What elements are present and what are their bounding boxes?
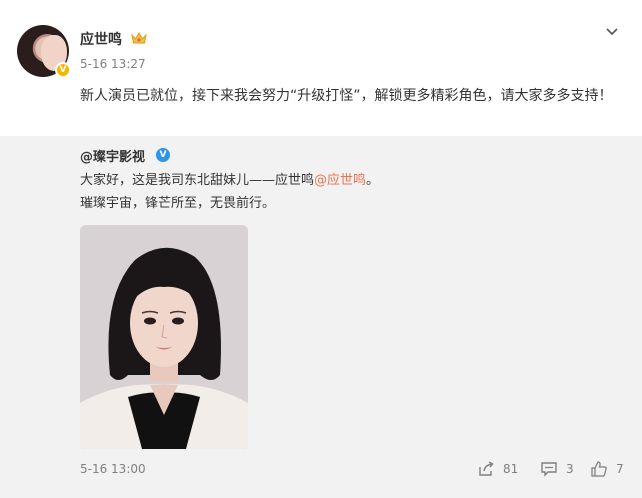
crown-icon (131, 32, 147, 44)
post-username[interactable]: 应世鸣 (80, 29, 122, 49)
share-button[interactable]: 81 (477, 459, 518, 479)
like-icon (591, 461, 607, 477)
comment-count: 3 (566, 462, 574, 476)
repost-text-line2: 璀璨宇宙，锋芒所至，无畏前行。 (80, 196, 276, 211)
like-count: 7 (616, 462, 624, 476)
share-icon (479, 461, 494, 476)
like-button[interactable]: 7 (590, 459, 624, 479)
repost-text-prefix: 大家好，这是我司东北甜妹儿——应世鸣 (80, 173, 315, 188)
share-count: 81 (503, 462, 519, 476)
repost-timestamp[interactable]: 5-16 13:00 (80, 462, 146, 476)
chevron-down-icon[interactable] (603, 22, 621, 40)
post-timestamp[interactable]: 5-16 13:27 (80, 57, 146, 71)
original-post: V 应世鸣 5-16 13:27 新人演员已就位，接下来我会努力“升级打怪”，解… (0, 0, 642, 136)
comment-icon (541, 462, 557, 477)
repost-text-suffix: 。 (366, 173, 380, 188)
post-text: 新人演员已就位，接下来我会努力“升级打怪”，解锁更多精彩角色，请大家多多支持！ (80, 88, 613, 104)
portrait-photo[interactable] (80, 225, 248, 449)
vip-badge-icon: V (55, 62, 71, 78)
portrait-illustration (80, 225, 248, 449)
comment-button[interactable]: 3 (540, 459, 574, 479)
repost-username[interactable]: @璨宇影视 (80, 146, 145, 165)
verified-icon: V (156, 148, 170, 162)
mention-link[interactable]: @应世鸣 (314, 173, 366, 188)
repost-text-line1: 大家好，这是我司东北甜妹儿——应世鸣@应世鸣。 (80, 171, 379, 191)
reposted-content: @璨宇影视 V 大家好，这是我司东北甜妹儿——应世鸣@应世鸣。 璀璨宇宙，锋芒所… (0, 136, 642, 498)
